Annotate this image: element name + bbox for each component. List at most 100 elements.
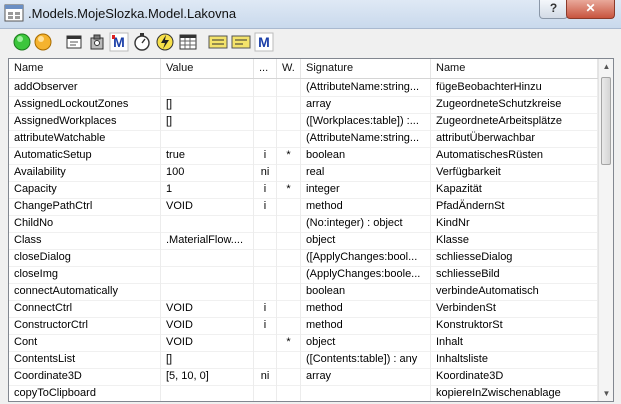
table-row[interactable]: ConnectCtrl VOID i method VerbindenSt — [9, 300, 598, 318]
cell-value: VOID — [161, 317, 254, 334]
m-method-icon[interactable]: M — [109, 32, 129, 52]
cell-name: ConstructorCtrl — [9, 317, 161, 334]
cell-name-german: Inhaltsliste — [431, 351, 598, 368]
cell-name-german: ZugeordneteSchutzkreise — [431, 96, 598, 113]
attribute-icon-1[interactable] — [208, 32, 228, 52]
lightning-icon[interactable] — [155, 32, 175, 52]
table-row[interactable]: ContentsList[] ([Contents:table]) : any In… — [9, 351, 598, 369]
cell-signature: integer — [301, 181, 431, 198]
table-row[interactable]: Coordinate3D [5, 10, 0] ni array Koordinate3… — [9, 368, 598, 386]
cell-signature: (AttributeName:string... — [301, 130, 431, 147]
cell-signature: boolean — [301, 147, 431, 164]
scroll-down-icon[interactable]: ▼ — [599, 386, 613, 401]
cell-w: * — [277, 334, 301, 351]
table-row[interactable]: AssignedWorkplaces[] ([Workplaces:table])… — [9, 113, 598, 131]
table-row[interactable]: Availability 100 ni real Verfügbarkeit — [9, 164, 598, 182]
cell-flags — [254, 385, 277, 401]
cell-flags: i — [254, 181, 277, 198]
table-row[interactable]: ConstructorCtrl VOID i method KonstruktorSt — [9, 317, 598, 335]
vertical-scrollbar[interactable]: ▲ ▼ — [598, 59, 613, 401]
cell-name-german: AutomatischesRüsten — [431, 147, 598, 164]
cell-flags: i — [254, 300, 277, 317]
cell-flags: ni — [254, 164, 277, 181]
cell-value: VOID — [161, 334, 254, 351]
cell-signature: method — [301, 317, 431, 334]
cell-value — [161, 79, 254, 96]
cell-flags — [254, 130, 277, 147]
column-header-name-german[interactable]: Name — [431, 59, 598, 78]
column-header-signature[interactable]: Signature — [301, 59, 431, 78]
scroll-up-icon[interactable]: ▲ — [599, 59, 613, 74]
cell-name-german: Kapazität — [431, 181, 598, 198]
cell-value: true — [161, 147, 254, 164]
cell-name: Availability — [9, 164, 161, 181]
cell-signature: ([Workplaces:table]) :... — [301, 113, 431, 130]
table-row[interactable]: AutomaticSetup true i * boolean Automatisches… — [9, 147, 598, 165]
cell-w — [277, 385, 301, 401]
cell-flags — [254, 79, 277, 96]
table-row[interactable]: closeImg (ApplyChanges:boole... schliesseB… — [9, 266, 598, 284]
cell-w — [277, 300, 301, 317]
cell-value: [] — [161, 351, 254, 368]
column-header-name[interactable]: Name — [9, 59, 161, 78]
cell-flags — [254, 113, 277, 130]
cell-flags — [254, 249, 277, 266]
cell-value: 1 — [161, 181, 254, 198]
scrollbar-thumb[interactable] — [601, 77, 611, 165]
cell-name: ChangePathCtrl — [9, 198, 161, 215]
cell-name-german: schliesseDialog — [431, 249, 598, 266]
table-grid-icon[interactable] — [178, 32, 198, 52]
table-row[interactable]: Cont VOID * object Inhalt — [9, 334, 598, 352]
cell-name-german: ZugeordneteArbeitsplätze — [431, 113, 598, 130]
cell-value: [] — [161, 113, 254, 130]
cell-signature: method — [301, 198, 431, 215]
column-header-w[interactable]: W. — [277, 59, 301, 78]
window-title: .Models.MojeSlozka.Model.Lakovna — [28, 6, 237, 21]
table-row[interactable]: attributeWatchable (AttributeName:string.… — [9, 130, 598, 148]
gear-icon[interactable] — [87, 32, 107, 52]
orange-circle-icon[interactable] — [33, 32, 53, 52]
table-row[interactable]: ChildNo (No:integer) : object KindNr — [9, 215, 598, 233]
m-icon[interactable]: M — [254, 32, 274, 52]
window-icon[interactable] — [64, 32, 84, 52]
application-icon — [4, 4, 24, 22]
table-row[interactable]: ChangePathCtrl VOID i method PfadÄndernSt — [9, 198, 598, 216]
cell-name: addObserver — [9, 79, 161, 96]
cell-name: Cont — [9, 334, 161, 351]
cell-name: Class — [9, 232, 161, 249]
table-row[interactable]: closeDialog ([ApplyChanges:bool... schlies… — [9, 249, 598, 267]
toolbar: M M — [8, 30, 614, 55]
help-button[interactable]: ? — [539, 0, 568, 19]
cell-value — [161, 283, 254, 300]
table-row[interactable]: Class .MaterialFlow.... object Klasse — [9, 232, 598, 250]
cell-flags: i — [254, 198, 277, 215]
cell-signature — [301, 385, 431, 401]
cell-flags — [254, 96, 277, 113]
close-button[interactable]: ✕ — [566, 0, 615, 19]
cell-name: ChildNo — [9, 215, 161, 232]
cell-name: copyToClipboard — [9, 385, 161, 401]
table-row[interactable]: connectAutomatically boolean verbindeAutom… — [9, 283, 598, 301]
table-row[interactable]: Capacity 1 i * integer Kapazität — [9, 181, 598, 199]
cell-name-german: Koordinate3D — [431, 368, 598, 385]
column-header-value[interactable]: Value — [161, 59, 254, 78]
column-header-flags[interactable]: ... — [254, 59, 277, 78]
attribute-icon-2[interactable] — [231, 32, 251, 52]
cell-value: VOID — [161, 198, 254, 215]
cell-value — [161, 385, 254, 401]
table-row[interactable]: addObserver (AttributeName:string... fügeB… — [9, 79, 598, 97]
table-row[interactable]: AssignedLockoutZones[] array ZugeordneteSc… — [9, 96, 598, 114]
cell-value — [161, 266, 254, 283]
cell-name: closeDialog — [9, 249, 161, 266]
table-row[interactable]: copyToClipboard kopiereInZwischenablage — [9, 385, 598, 401]
cell-value — [161, 249, 254, 266]
cell-w — [277, 79, 301, 96]
cell-signature: array — [301, 96, 431, 113]
green-circle-icon[interactable] — [12, 32, 32, 52]
cell-signature: boolean — [301, 283, 431, 300]
cell-name: Coordinate3D — [9, 368, 161, 385]
timer-icon[interactable] — [132, 32, 152, 52]
cell-signature: (No:integer) : object — [301, 215, 431, 232]
cell-name-german: kopiereInZwischenablage — [431, 385, 598, 401]
cell-name: AssignedWorkplaces — [9, 113, 161, 130]
